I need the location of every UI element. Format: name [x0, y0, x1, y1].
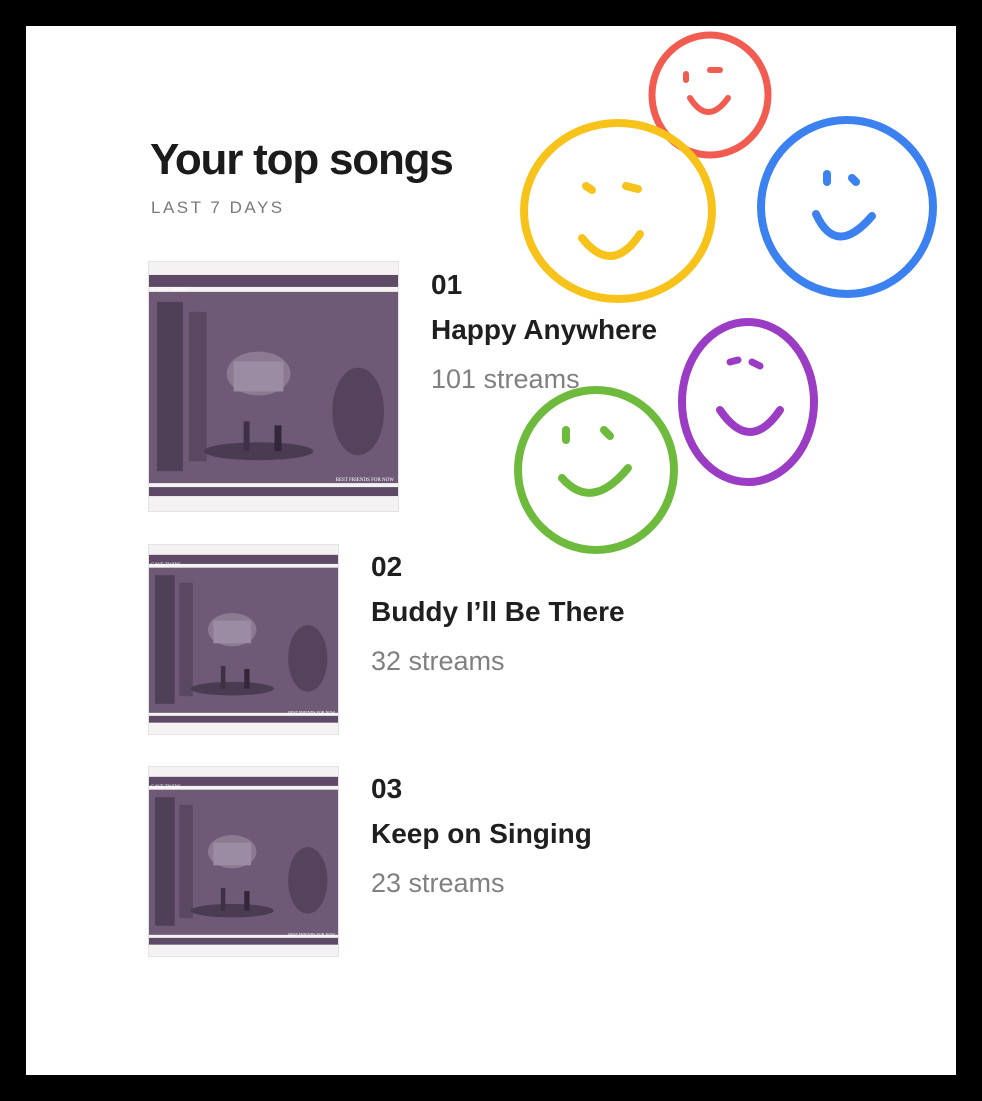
album-caption-text: BEST FRIENDS FOR NOW [288, 932, 335, 937]
album-cover-art [149, 545, 338, 734]
song-rank: 03 [371, 773, 403, 804]
song-info: 01 Happy Anywhere 101 streams [431, 269, 657, 395]
album-caption-text: BEST FRIENDS FOR NOW [288, 710, 335, 715]
time-range-label: LAST 7 DAYS [151, 198, 285, 217]
song-title[interactable]: Happy Anywhere [431, 314, 657, 346]
stream-count: 32 streams [371, 646, 505, 676]
album-band-text: CAVE TWINS [152, 287, 188, 293]
song-title[interactable]: Keep on Singing [371, 818, 592, 850]
song-info: 03 Keep on Singing 23 streams [371, 773, 592, 899]
top-songs-card: Your top songs LAST 7 DAYS CAVE TWINS BE… [26, 26, 956, 1075]
album-cover-image[interactable]: CAVE TWINS BEST FRIENDS FOR NOW [148, 261, 399, 512]
stream-count: 101 streams [431, 364, 580, 394]
album-cover-image[interactable]: CAVE TWINS BEST FRIENDS FOR NOW [148, 766, 339, 957]
song-title[interactable]: Buddy I’ll Be There [371, 596, 625, 628]
album-cover-image[interactable]: CAVE TWINS BEST FRIENDS FOR NOW [148, 544, 339, 735]
album-cover-art [149, 767, 338, 956]
song-info: 02 Buddy I’ll Be There 32 streams [371, 551, 625, 677]
album-caption-text: BEST FRIENDS FOR NOW [335, 478, 394, 483]
song-rank: 02 [371, 551, 403, 582]
smiley-face-purple-icon [678, 318, 818, 486]
song-rank: 01 [431, 269, 463, 300]
smiley-face-red-icon [648, 31, 772, 159]
smiley-face-green-icon [514, 386, 678, 554]
album-cover-art [149, 262, 398, 511]
page-title: Your top songs [150, 135, 454, 184]
smiley-face-blue-icon [757, 116, 937, 298]
stream-count: 23 streams [371, 868, 505, 898]
album-band-text: CAVE TWINS [151, 785, 181, 790]
album-band-text: CAVE TWINS [151, 563, 181, 568]
